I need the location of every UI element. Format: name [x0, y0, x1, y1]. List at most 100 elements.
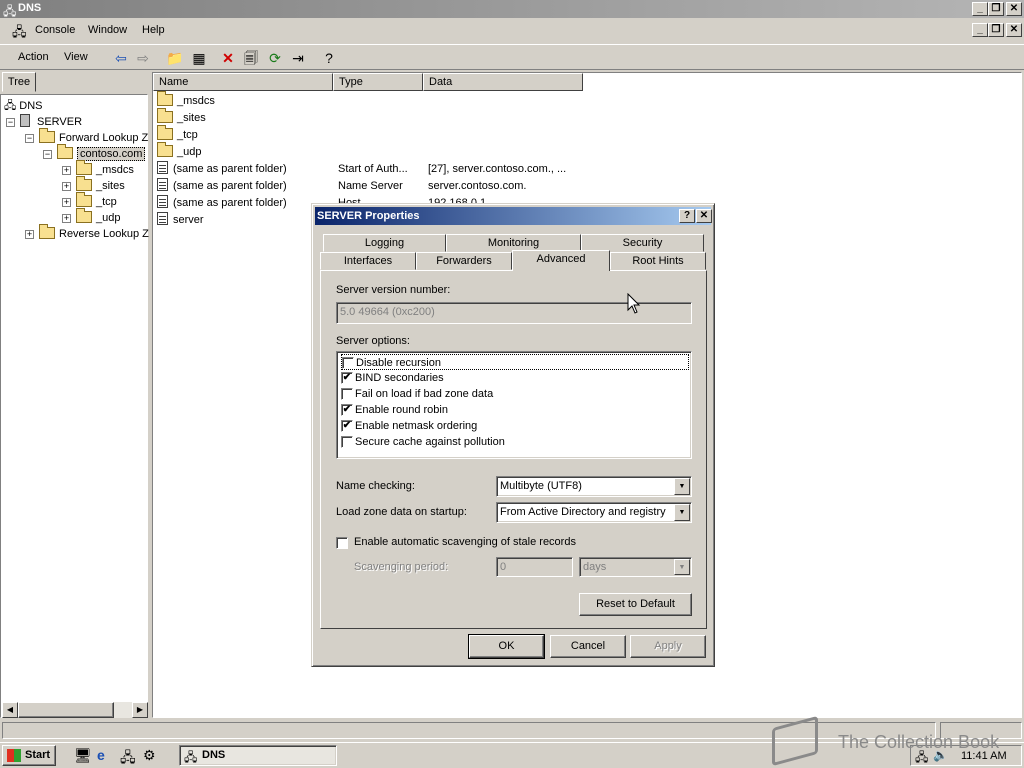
- checkbox[interactable]: ✔: [341, 404, 353, 416]
- apply-button: Apply: [630, 635, 706, 658]
- collapse-icon[interactable]: −: [25, 134, 34, 143]
- expand-icon[interactable]: +: [62, 214, 71, 223]
- advanced-tab-panel: Server version number: 5.0 49664 (0xc200…: [320, 270, 707, 629]
- watermark: The Collection Book: [772, 715, 1022, 767]
- menu-help[interactable]: Help: [142, 24, 165, 36]
- tree-item-sites[interactable]: + _sites: [62, 176, 125, 194]
- dialog-title: SERVER Properties: [317, 210, 420, 222]
- dialog-close-button[interactable]: ✕: [696, 209, 712, 223]
- checkbox[interactable]: [341, 388, 353, 400]
- server-icon: [20, 114, 30, 127]
- window-title: DNS: [18, 2, 42, 14]
- back-arrow-icon[interactable]: ⇦: [112, 49, 130, 67]
- view-menu[interactable]: View: [64, 51, 88, 63]
- expand-icon[interactable]: +: [62, 198, 71, 207]
- tab-root-hints[interactable]: Root Hints: [610, 252, 706, 270]
- folder-icon: [157, 91, 173, 106]
- folder-icon: [157, 125, 173, 140]
- column-header-name[interactable]: Name: [153, 73, 333, 91]
- chevron-down-icon: ▼: [674, 559, 690, 575]
- collapse-icon[interactable]: −: [43, 150, 52, 159]
- tree-item-msdcs[interactable]: + _msdcs: [62, 160, 134, 178]
- network-icon[interactable]: 🖧: [120, 747, 136, 768]
- quick-launch-tool-icon[interactable]: ⚙: [143, 747, 156, 764]
- action-menu[interactable]: Action: [18, 51, 49, 63]
- tree-item-udp[interactable]: + _udp: [62, 208, 120, 226]
- scroll-thumb[interactable]: [18, 702, 114, 718]
- dialog-help-button[interactable]: ?: [679, 209, 695, 223]
- chevron-down-icon[interactable]: ▼: [674, 504, 690, 521]
- checkbox[interactable]: ✔: [341, 372, 353, 384]
- tree-item-forward-lookup[interactable]: − Forward Lookup Z: [25, 128, 148, 146]
- delete-icon[interactable]: ✕: [219, 49, 237, 67]
- tab-forwarders[interactable]: Forwarders: [416, 252, 512, 270]
- expand-icon[interactable]: +: [25, 230, 34, 239]
- tree-item-tcp[interactable]: + _tcp: [62, 192, 117, 210]
- show-hide-tree-icon[interactable]: ▦: [190, 49, 208, 67]
- tree-pane: 🖧 DNS − SERVER − Forward Lookup Z − contoso.…: [0, 94, 149, 718]
- export-list-icon[interactable]: ⇥: [289, 49, 307, 67]
- menu-window[interactable]: Window: [88, 24, 127, 36]
- toolbar: Action View ⇦ ⇨ 📁 ▦ ✕ 🗐 ⟳ ⇥ ?: [0, 44, 1024, 70]
- close-button[interactable]: ✕: [1006, 2, 1022, 16]
- help-icon[interactable]: ?: [320, 49, 338, 67]
- minimize-button[interactable]: _: [972, 2, 988, 16]
- expand-icon[interactable]: +: [62, 182, 71, 191]
- server-options-list[interactable]: Disable recursion ✔ BIND secondaries Fail…: [336, 351, 692, 459]
- checkbox[interactable]: [341, 436, 353, 448]
- column-header-type[interactable]: Type: [333, 73, 423, 91]
- checkbox[interactable]: ✔: [341, 420, 353, 432]
- tab-interfaces[interactable]: Interfaces: [320, 252, 416, 270]
- collapse-icon[interactable]: −: [6, 118, 15, 127]
- record-icon: [157, 195, 168, 208]
- name-checking-select[interactable]: Multibyte (UTF8) ▼: [496, 476, 692, 497]
- options-label: Server options:: [336, 335, 410, 347]
- taskbar-task-dns[interactable]: 🖧 DNS: [179, 745, 337, 766]
- scavenging-label[interactable]: Enable automatic scavenging of stale rec…: [354, 536, 576, 548]
- up-folder-icon[interactable]: 📁: [166, 49, 184, 67]
- show-desktop-icon[interactable]: 🖥: [74, 747, 92, 764]
- tree-horizontal-scrollbar[interactable]: ◀ ▶: [2, 702, 148, 718]
- option-disable-recursion[interactable]: Disable recursion: [341, 354, 689, 370]
- list-item[interactable]: (same as parent folder) Start of Auth...[…: [157, 161, 757, 178]
- internet-explorer-icon[interactable]: e: [97, 747, 105, 763]
- dns-app-icon: 🖧: [184, 750, 198, 764]
- tab-tree[interactable]: Tree: [2, 72, 36, 92]
- forward-arrow-icon[interactable]: ⇨: [134, 49, 152, 67]
- mouse-cursor-icon: [627, 293, 641, 314]
- properties-icon[interactable]: 🗐: [242, 49, 260, 67]
- list-item[interactable]: _udp: [157, 142, 201, 161]
- chevron-down-icon[interactable]: ▼: [674, 478, 690, 495]
- checkbox[interactable]: [342, 357, 354, 369]
- tab-advanced[interactable]: Advanced: [512, 250, 610, 271]
- app-title-bar: 🖧 DNS _ ❐ ✕: [0, 0, 1024, 18]
- tree-item-reverse-lookup[interactable]: + Reverse Lookup Z: [25, 224, 149, 242]
- scavenging-checkbox[interactable]: [336, 537, 348, 549]
- zone-folder-icon: [57, 144, 73, 159]
- child-close-button[interactable]: ✕: [1006, 23, 1022, 37]
- start-button[interactable]: Start: [2, 745, 56, 766]
- child-minimize-button[interactable]: _: [972, 23, 988, 37]
- list-item[interactable]: (same as parent folder) Name Server server…: [157, 178, 757, 195]
- scroll-left-button[interactable]: ◀: [2, 702, 18, 718]
- list-item[interactable]: server: [157, 212, 204, 229]
- column-header-data[interactable]: Data: [423, 73, 583, 91]
- tree-item-contoso[interactable]: − contoso.com: [43, 144, 146, 162]
- dialog-title-bar[interactable]: SERVER Properties ? ✕: [315, 207, 712, 225]
- ok-button[interactable]: OK: [468, 634, 545, 659]
- menu-console[interactable]: Console: [35, 24, 75, 36]
- reset-to-default-button[interactable]: Reset to Default: [579, 593, 692, 616]
- cancel-button[interactable]: Cancel: [550, 635, 626, 658]
- restore-button[interactable]: ❐: [988, 2, 1004, 16]
- tree-item-dns[interactable]: 🖧 DNS: [4, 98, 43, 114]
- expand-icon[interactable]: +: [62, 166, 71, 175]
- console-icon: 🖧: [12, 24, 27, 39]
- scroll-right-button[interactable]: ▶: [132, 702, 148, 718]
- tab-logging[interactable]: Logging: [323, 234, 446, 252]
- folder-icon: [76, 208, 92, 223]
- name-checking-label: Name checking:: [336, 480, 415, 492]
- refresh-icon[interactable]: ⟳: [266, 49, 284, 67]
- scavenging-unit-select: days ▼: [579, 557, 692, 577]
- child-restore-button[interactable]: ❐: [988, 23, 1004, 37]
- load-zone-select[interactable]: From Active Directory and registry ▼: [496, 502, 692, 523]
